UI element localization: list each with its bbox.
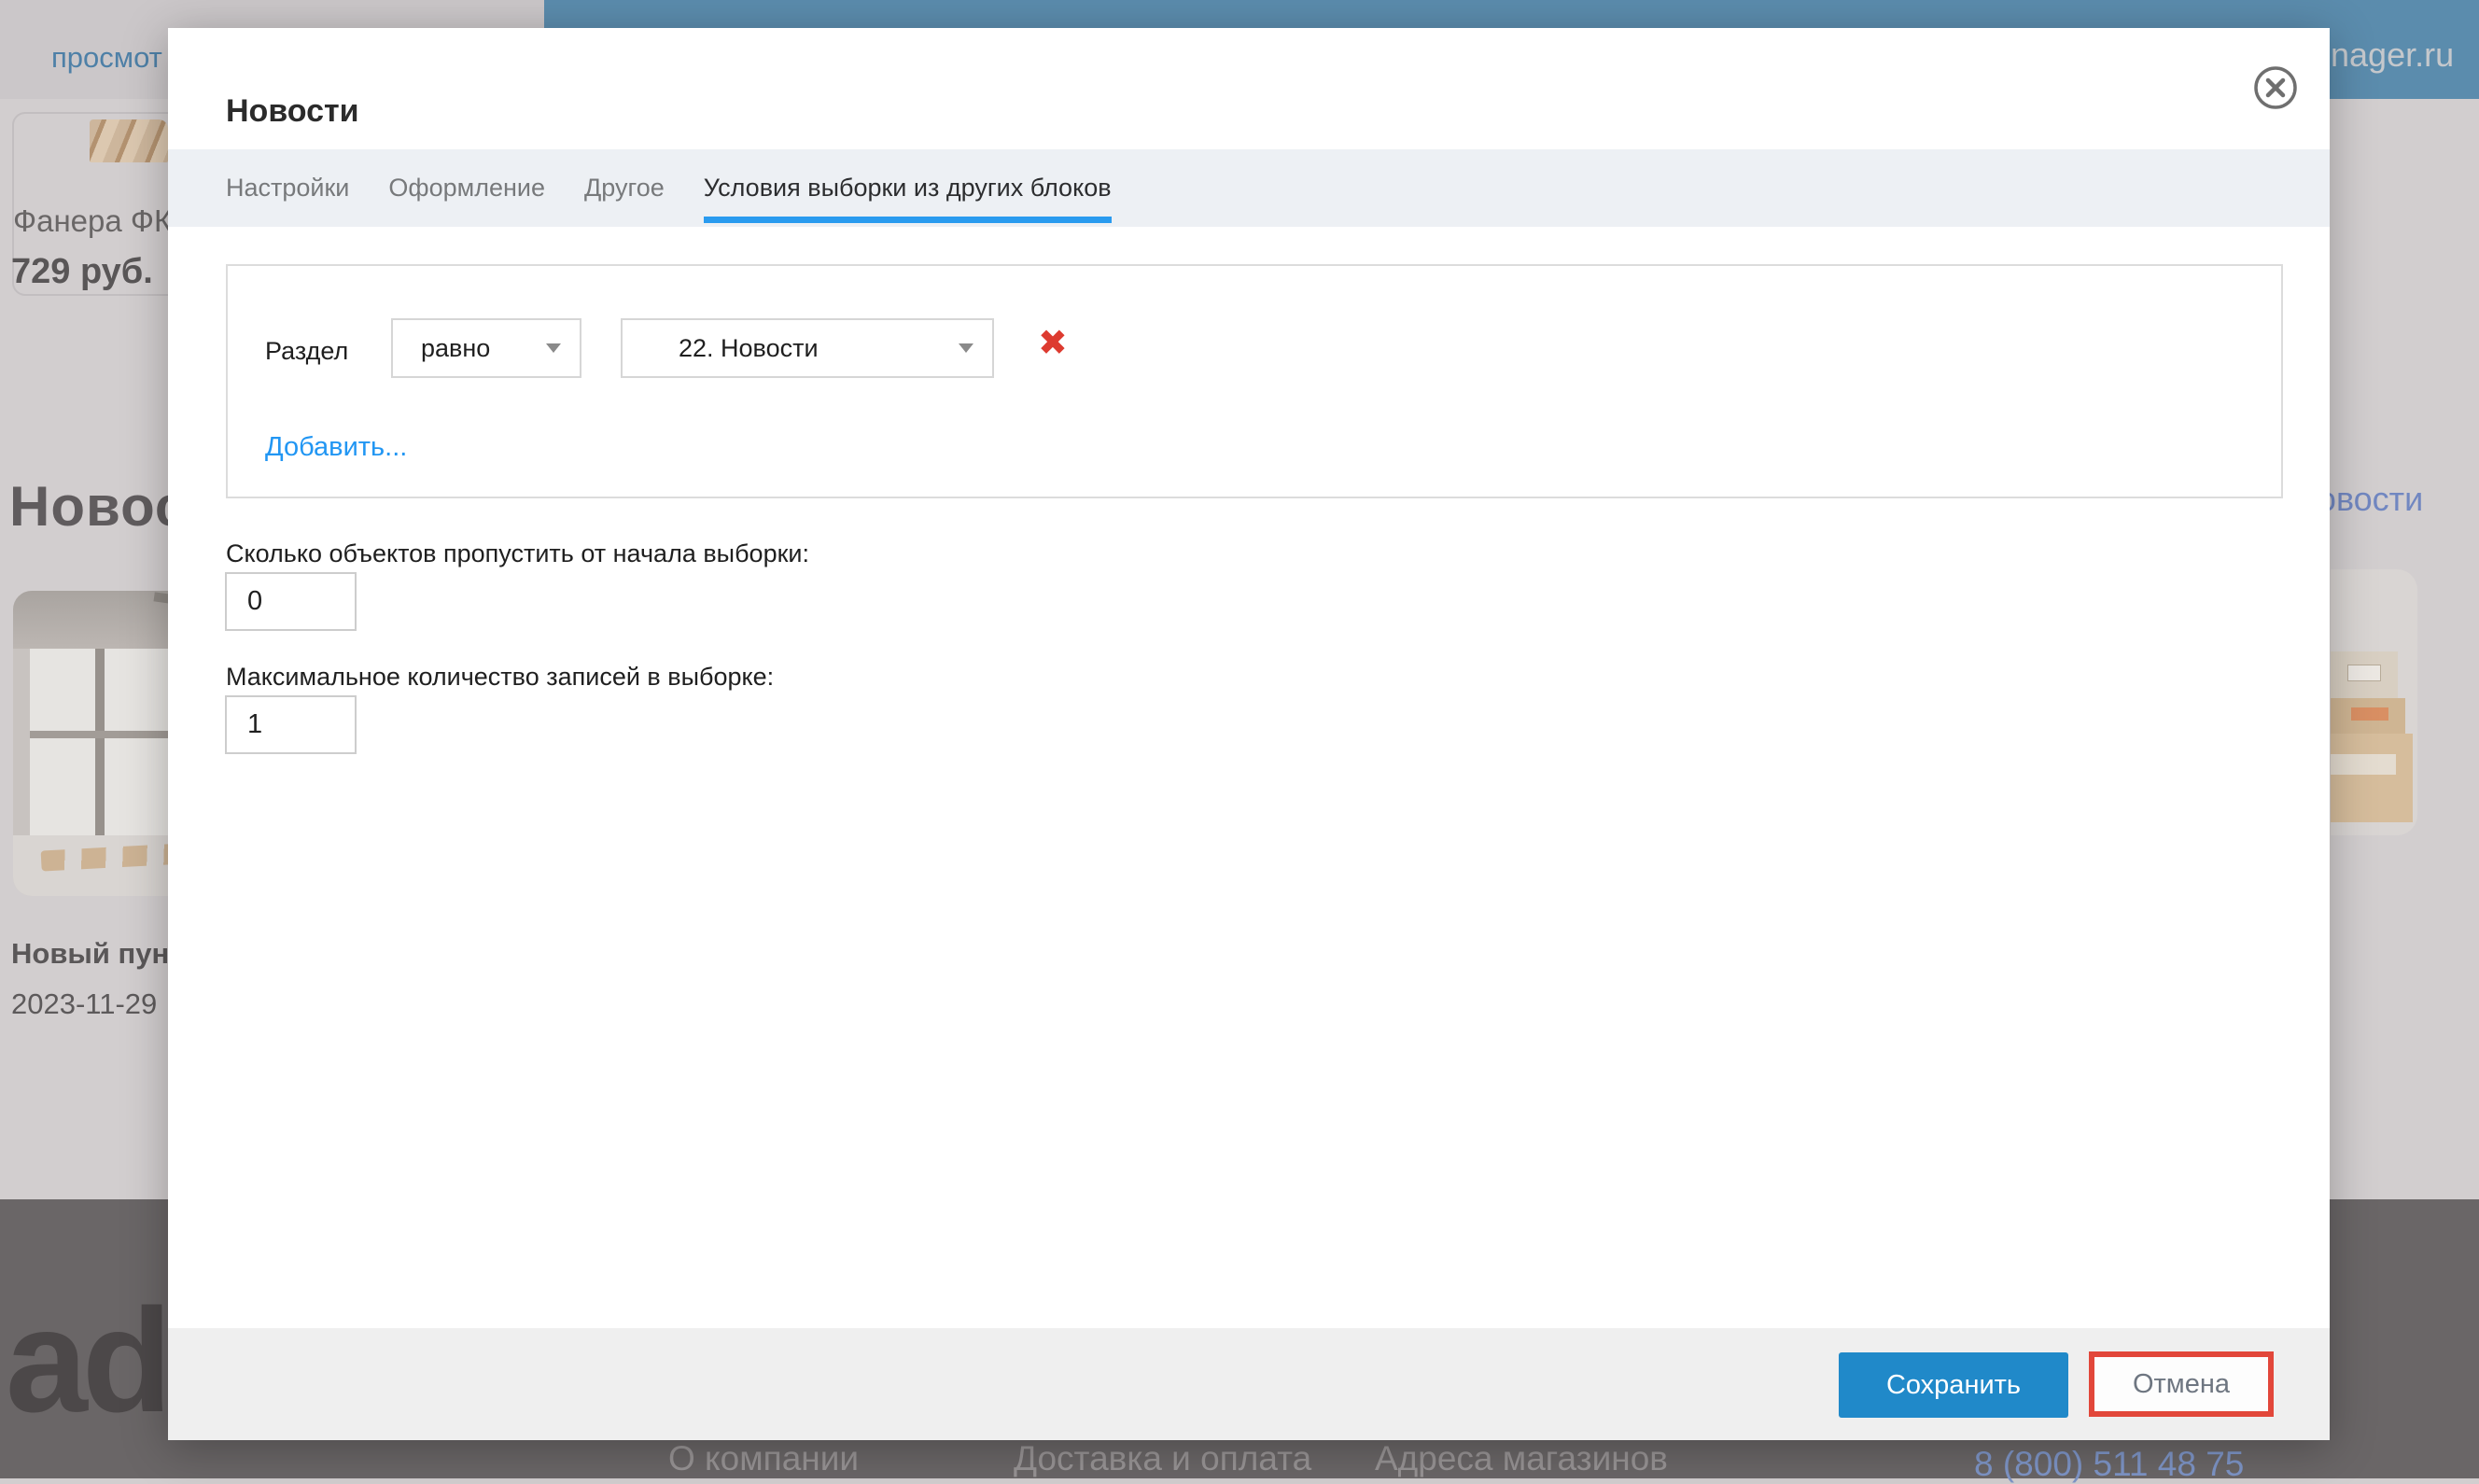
- delete-filter-icon[interactable]: ✖: [1038, 326, 1068, 361]
- photo-window-frame: [30, 731, 170, 738]
- news-item-date: 2023-11-29: [11, 987, 157, 1021]
- tab-settings[interactable]: Настройки: [226, 149, 349, 227]
- close-icon[interactable]: [2248, 60, 2304, 116]
- max-records-label: Максимальное количество записей в выборк…: [226, 663, 774, 692]
- photo-box-label: [2351, 707, 2388, 721]
- footer-link-addresses[interactable]: Адреса магазинов: [1375, 1439, 1668, 1478]
- add-condition-link[interactable]: Добавить...: [265, 432, 407, 463]
- footer-link-about[interactable]: О компании: [668, 1439, 859, 1478]
- photo-box: [2331, 698, 2405, 734]
- photo-box: [2331, 734, 2413, 822]
- site-domain-text: nager.ru: [2331, 35, 2454, 75]
- tab-design[interactable]: Оформление: [388, 149, 545, 227]
- tab-other[interactable]: Другое: [584, 149, 665, 227]
- photo-box-label: [2331, 754, 2396, 775]
- filter-operator-select[interactable]: равно: [391, 318, 581, 378]
- chevron-down-icon: [959, 343, 973, 353]
- footer-link-delivery[interactable]: Доставка и оплата: [1014, 1439, 1311, 1478]
- photo-window-frame: [95, 649, 105, 835]
- modal-title: Новости: [226, 93, 359, 130]
- modal-footer: Сохранить Отмена: [168, 1328, 2330, 1440]
- filter-field-label: Раздел: [265, 337, 348, 366]
- photo-box: [2331, 651, 2398, 698]
- filter-operator-value: равно: [421, 334, 490, 363]
- tab-selection-conditions[interactable]: Условия выборки из других блоков: [704, 149, 1112, 227]
- cancel-button[interactable]: Отмена: [2089, 1351, 2274, 1417]
- save-button[interactable]: Сохранить: [1839, 1352, 2068, 1418]
- admin-view-link[interactable]: просмот: [51, 41, 162, 75]
- modal-tab-bar: Настройки Оформление Другое Условия выбо…: [168, 149, 2330, 227]
- photo-box-label: [2347, 665, 2381, 681]
- product-title: Фанера ФК: [13, 203, 172, 239]
- plywood-product-image: [90, 119, 168, 162]
- filter-value-select[interactable]: 22. Новости: [621, 318, 994, 378]
- filter-value-text: 22. Новости: [679, 334, 819, 363]
- product-price: 729 руб.: [11, 252, 153, 292]
- max-records-input[interactable]: [225, 695, 357, 754]
- boxes-news-image: [2331, 569, 2417, 835]
- skip-count-label: Сколько объектов пропустить от начала вы…: [226, 539, 809, 568]
- chevron-down-icon: [546, 343, 561, 353]
- news-settings-modal: Новости Настройки Оформление Другое Усло…: [168, 28, 2330, 1440]
- filter-conditions-panel: Раздел равно 22. Новости ✖ Добавить...: [226, 264, 2283, 498]
- skip-count-input[interactable]: [225, 572, 357, 631]
